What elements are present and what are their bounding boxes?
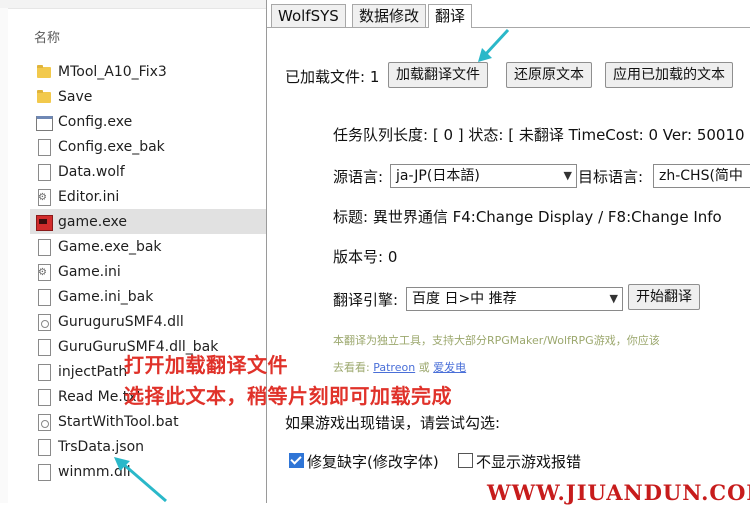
- file-name: Game.ini_bak: [58, 288, 154, 305]
- file-list-item[interactable]: Data.wolf: [30, 159, 266, 184]
- file-list-item[interactable]: Save: [30, 84, 266, 109]
- dll-file-icon: [36, 313, 52, 331]
- file-list-item[interactable]: StartWithTool.bat: [30, 409, 266, 434]
- app-window-icon: [36, 114, 53, 131]
- settings-file-icon: [36, 263, 52, 281]
- translation-engine-value: 百度 日>中 推荐: [412, 291, 517, 307]
- site-watermark: WWW.JIUANDUN.COM: [487, 480, 750, 505]
- file-name: Config.exe: [58, 113, 133, 130]
- file-list-item[interactable]: MTool_A10_Fix3: [30, 59, 266, 84]
- arrow-to-trsdata-icon: [114, 457, 167, 503]
- explorer-scrollbar[interactable]: [0, 8, 8, 503]
- arrow-to-load-button-icon: [478, 28, 510, 62]
- folder-icon: [36, 64, 52, 80]
- file-list-item[interactable]: Game.ini: [30, 259, 266, 284]
- load-translation-file-button[interactable]: 加载翻译文件: [388, 62, 488, 88]
- file-name: TrsData.json: [58, 438, 145, 455]
- file-list-item[interactable]: Game.ini_bak: [30, 284, 266, 309]
- start-translation-button[interactable]: 开始翻译: [628, 284, 700, 310]
- file-list-item[interactable]: game.exe: [30, 209, 266, 234]
- file-name: Game.exe_bak: [58, 238, 162, 255]
- file-list-item[interactable]: Config.exe: [30, 109, 266, 134]
- game-title-text: 标题: 異世界通信 F4:Change Display / F8:Change …: [333, 208, 722, 226]
- queue-status-text: 任务队列长度: [ 0 ] 状态: [ 未翻译 TimeCost: 0 Ver:…: [333, 126, 745, 144]
- chevron-down-icon: ▼: [563, 169, 572, 182]
- tab-data-modify[interactable]: 数据修改: [352, 4, 427, 27]
- source-language-select[interactable]: ja-JP(日本語) ▼: [390, 164, 577, 188]
- folder-icon: [36, 89, 52, 105]
- mtool-window: WolfSYS 数据修改 翻译 已加载文件: 1 加载翻译文件 还原原文本 应用…: [266, 0, 750, 503]
- file-explorer-pane: 名称 MTool_A10_Fix3 Save Config.exe Config.ex…: [0, 0, 266, 503]
- chevron-down-icon: ▼: [609, 292, 618, 305]
- file-name: Editor.ini: [58, 188, 120, 205]
- target-language-select[interactable]: zh-CHS(简中: [653, 164, 750, 188]
- tab-wolfsys[interactable]: WolfSYS: [271, 4, 346, 27]
- support-prefix: 去看看:: [333, 361, 370, 374]
- source-language-label: 源语言:: [333, 168, 384, 186]
- fix-missing-chars-checkbox[interactable]: [289, 453, 304, 468]
- target-language-value: zh-CHS(简中: [659, 168, 743, 184]
- document-icon: [36, 363, 52, 381]
- settings-file-icon: [36, 188, 52, 206]
- annotation-open-file: 打开加载翻译文件: [124, 353, 288, 377]
- version-text: 版本号: 0: [333, 248, 398, 266]
- hide-game-errors-label: 不显示游戏报错: [476, 453, 582, 471]
- document-icon: [36, 288, 52, 306]
- file-name: Save: [58, 88, 93, 105]
- dll-file-icon: [36, 413, 52, 431]
- file-list: MTool_A10_Fix3 Save Config.exe Config.exe_b…: [30, 59, 266, 484]
- document-icon: [36, 388, 52, 406]
- tool-note-text: 本翻译为独立工具，支持大部分RPGMaker/WolfRPG游戏，你应该: [333, 334, 660, 347]
- game-exe-icon: [36, 214, 53, 231]
- source-language-value: ja-JP(日本語): [396, 168, 480, 184]
- file-list-item[interactable]: GuruguruSMF4.dll: [30, 309, 266, 334]
- hide-game-errors-checkbox[interactable]: [458, 453, 473, 468]
- loaded-files-label: 已加载文件: 1: [285, 68, 380, 86]
- file-name: GuruguruSMF4.dll: [58, 313, 184, 330]
- document-icon: [36, 338, 52, 356]
- annotation-select-text: 选择此文本，稍等片刻即可加载完成: [124, 384, 452, 408]
- translation-engine-label: 翻译引擎:: [333, 291, 399, 309]
- support-or: 或: [418, 361, 430, 374]
- file-name: injectPath: [58, 363, 128, 380]
- document-icon: [36, 163, 52, 181]
- fix-missing-chars-label: 修复缺字(修改字体): [307, 453, 439, 471]
- document-icon: [36, 438, 52, 456]
- tab-bar: WolfSYS 数据修改 翻译: [267, 0, 750, 28]
- document-icon: [36, 138, 52, 156]
- tab-translate[interactable]: 翻译: [428, 4, 473, 28]
- translation-engine-select[interactable]: 百度 日>中 推荐 ▼: [406, 287, 623, 311]
- patreon-link[interactable]: Patreon: [373, 361, 415, 374]
- file-name: StartWithTool.bat: [58, 413, 179, 430]
- apply-loaded-text-button[interactable]: 应用已加载的文本: [605, 62, 733, 88]
- document-icon: [36, 463, 52, 481]
- afdian-link[interactable]: 爱发电: [433, 361, 466, 374]
- file-name: MTool_A10_Fix3: [58, 63, 167, 80]
- file-list-item[interactable]: Config.exe_bak: [30, 134, 266, 159]
- file-list-item[interactable]: Editor.ini: [30, 184, 266, 209]
- name-column-header[interactable]: 名称: [34, 27, 60, 46]
- explorer-top-strip: [0, 0, 266, 9]
- target-language-label: 目标语言:: [578, 168, 644, 186]
- file-name: game.exe: [58, 213, 128, 230]
- file-name: Data.wolf: [58, 163, 125, 180]
- document-icon: [36, 238, 52, 256]
- file-list-item[interactable]: Game.exe_bak: [30, 234, 266, 259]
- error-hint-text: 如果游戏出现错误，请尝试勾选:: [285, 414, 501, 432]
- file-name: Game.ini: [58, 263, 121, 280]
- file-name: Config.exe_bak: [58, 138, 165, 155]
- support-links: 去看看: Patreon 或 爱发电: [333, 359, 466, 375]
- restore-original-text-button[interactable]: 还原原文本: [506, 62, 592, 88]
